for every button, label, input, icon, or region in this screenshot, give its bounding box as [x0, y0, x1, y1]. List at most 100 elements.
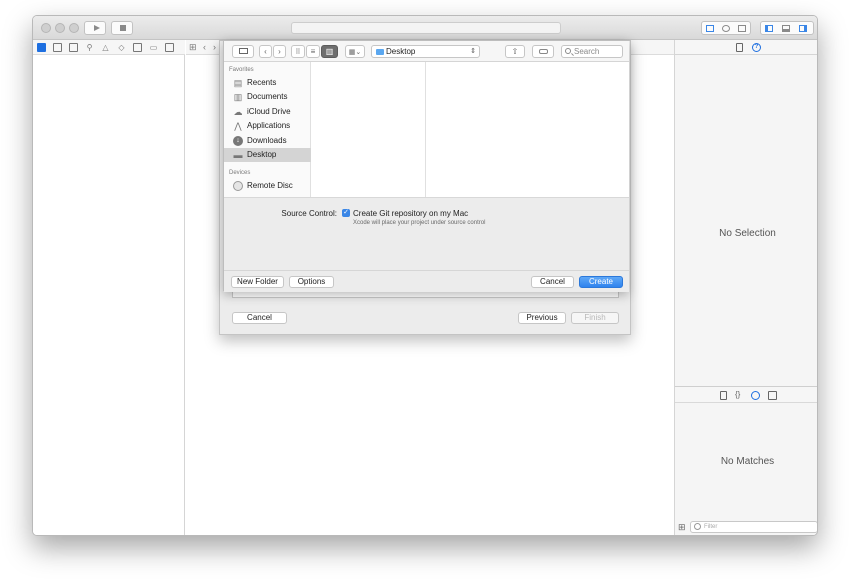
- icon-view-icon: ⠿: [295, 49, 301, 56]
- recents-icon: ▤: [233, 78, 243, 88]
- sidebar-item-label: iCloud Drive: [247, 107, 291, 116]
- navigator-pane: ⚲ △ ◇ ▭: [33, 40, 185, 535]
- library-selector-bar: {}: [675, 386, 817, 403]
- options-button[interactable]: Options: [289, 276, 334, 288]
- version-editor-icon: [738, 24, 746, 32]
- project-navigator-icon[interactable]: [37, 43, 46, 52]
- git-repository-checkbox[interactable]: ✓: [342, 209, 350, 217]
- column-view-icon: ▥: [325, 47, 334, 56]
- quick-help-icon[interactable]: ?: [752, 43, 761, 52]
- report-navigator-icon[interactable]: [165, 43, 174, 52]
- run-button[interactable]: [84, 21, 106, 35]
- sidebar-toggle-icon: [239, 48, 248, 54]
- no-matches-label: No Matches: [720, 456, 775, 467]
- folder-icon: [376, 49, 384, 55]
- sidebar-toggle-button[interactable]: [232, 45, 254, 58]
- library-filter-row: ⊞ Filter: [675, 519, 817, 535]
- stop-icon: [120, 25, 126, 31]
- browser-column-1[interactable]: [312, 62, 426, 197]
- library-view-grid-icon[interactable]: ⊞: [678, 522, 686, 533]
- filter-icon: [694, 523, 701, 530]
- related-items-icon[interactable]: ⊞: [189, 42, 197, 53]
- source-control-navigator-icon[interactable]: [53, 43, 62, 52]
- sidebar-item-recents[interactable]: ▤ Recents: [224, 76, 311, 90]
- sidebar-item-documents[interactable]: ▥ Documents: [224, 90, 311, 104]
- downloads-icon: ↓: [233, 136, 243, 146]
- view-toggle-control[interactable]: [760, 21, 814, 35]
- search-input[interactable]: Search: [561, 45, 623, 58]
- devices-header: Devices: [229, 170, 251, 176]
- back-button[interactable]: ‹: [259, 45, 272, 58]
- wizard-previous-button[interactable]: Previous: [518, 312, 566, 324]
- tag-button[interactable]: [532, 45, 554, 58]
- symbol-navigator-icon[interactable]: [69, 43, 78, 52]
- save-options-area: Source Control: ✓ Create Git repository …: [224, 197, 629, 270]
- object-library-icon[interactable]: [751, 391, 760, 400]
- library-pane: No Matches ⊞ Filter: [675, 403, 817, 535]
- sidebar-item-applications[interactable]: ⋀ Applications: [224, 119, 311, 133]
- stop-button[interactable]: [111, 21, 133, 35]
- editor-mode-control[interactable]: [701, 21, 751, 35]
- sidebar-item-icloud-drive[interactable]: ☁ iCloud Drive: [224, 105, 311, 119]
- cloud-icon: ☁: [233, 107, 243, 117]
- list-view-button[interactable]: ≡: [306, 45, 320, 58]
- close-window-button[interactable]: [41, 23, 51, 33]
- save-panel: ‹ › ⠿ ≡ ▥ ▦⌄ Desktop ⇕ ⇧ Search Favorite…: [223, 40, 629, 292]
- search-placeholder: Search: [574, 47, 600, 56]
- save-panel-sidebar: Favorites ▤ Recents ▥ Documents ☁ iCloud…: [224, 62, 311, 197]
- source-control-label: Source Control:: [281, 209, 337, 218]
- standard-editor-icon: [706, 24, 714, 32]
- desktop-icon: ▬: [233, 150, 243, 160]
- forward-button[interactable]: ›: [273, 45, 286, 58]
- sidebar-item-label: Documents: [247, 92, 288, 101]
- git-repository-option-label[interactable]: Create Git repository on my Mac: [353, 209, 468, 218]
- share-icon: ⇧: [511, 47, 519, 56]
- back-icon[interactable]: ‹: [203, 42, 206, 52]
- inspector-selector-bar: ?: [675, 40, 817, 55]
- wizard-cancel-button[interactable]: Cancel: [232, 312, 287, 324]
- sidebar-item-label: Recents: [247, 78, 277, 87]
- group-by-button[interactable]: ▦⌄: [345, 45, 365, 58]
- breakpoint-navigator-icon[interactable]: ▭: [149, 43, 158, 52]
- group-by-icon: ▦⌄: [348, 49, 362, 56]
- library-filter-input[interactable]: Filter: [690, 521, 817, 533]
- forward-icon[interactable]: ›: [213, 42, 216, 52]
- minimize-window-button[interactable]: [55, 23, 65, 33]
- icon-view-button[interactable]: ⠿: [291, 45, 305, 58]
- documents-icon: ▥: [233, 92, 243, 102]
- debug-navigator-icon[interactable]: [133, 43, 142, 52]
- navigator-toggle-icon: [765, 24, 773, 32]
- tag-icon: [539, 49, 548, 54]
- cancel-button[interactable]: Cancel: [531, 276, 574, 288]
- browser-column-2[interactable]: [427, 62, 629, 197]
- inspector-pane: ? No Selection {} No Matches ⊞ Filter: [674, 40, 817, 535]
- save-panel-button-bar: New Folder Options Cancel Create: [224, 270, 629, 292]
- file-template-library-icon[interactable]: [720, 391, 727, 400]
- assistant-editor-icon: [722, 24, 730, 32]
- search-icon: [565, 48, 571, 54]
- zoom-window-button[interactable]: [69, 23, 79, 33]
- test-navigator-icon[interactable]: ◇: [117, 43, 126, 52]
- column-view-button[interactable]: ▥: [321, 45, 338, 58]
- media-library-icon[interactable]: [768, 391, 777, 400]
- no-selection-label: No Selection: [719, 228, 776, 239]
- file-inspector-icon[interactable]: [736, 43, 743, 52]
- window-toolbar: [33, 16, 817, 40]
- wizard-finish-button[interactable]: Finish: [571, 312, 619, 324]
- create-button[interactable]: Create: [579, 276, 623, 288]
- location-popup[interactable]: Desktop ⇕: [371, 45, 480, 58]
- activity-viewer: [291, 22, 561, 34]
- sidebar-item-label: Downloads: [247, 136, 287, 145]
- share-button[interactable]: ⇧: [505, 45, 525, 58]
- sidebar-item-desktop[interactable]: ▬ Desktop: [224, 148, 311, 162]
- utilities-toggle-icon: [799, 24, 807, 32]
- play-icon: [94, 25, 100, 31]
- list-view-icon: ≡: [310, 47, 316, 56]
- sidebar-item-downloads[interactable]: ↓ Downloads: [224, 134, 311, 148]
- find-navigator-icon[interactable]: ⚲: [85, 43, 94, 52]
- sidebar-item-remote-disc[interactable]: Remote Disc: [224, 179, 311, 193]
- navigator-selector-bar: ⚲ △ ◇ ▭: [33, 40, 185, 55]
- code-snippet-library-icon[interactable]: {}: [735, 390, 740, 399]
- new-folder-button[interactable]: New Folder: [231, 276, 284, 288]
- issue-navigator-icon[interactable]: △: [101, 43, 110, 52]
